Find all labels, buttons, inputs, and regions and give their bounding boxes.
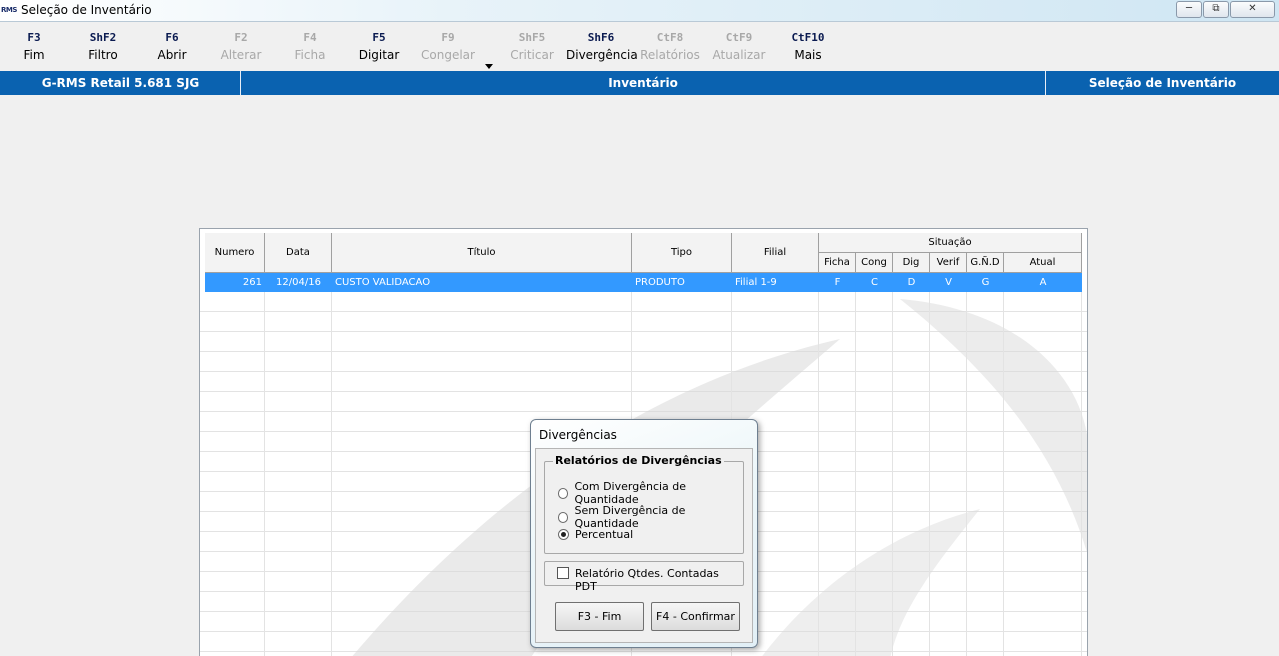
radio-icon[interactable] [558, 511, 569, 523]
radio-sem-divergencia[interactable]: Sem Divergência de Quantidade [558, 504, 743, 530]
toolbar-key: CtF8 [656, 31, 684, 44]
radio-percentual[interactable]: Percentual [558, 528, 633, 541]
toolbar-label: Fim [23, 48, 45, 62]
close-button[interactable]: ✕ [1230, 1, 1275, 18]
function-key-toolbar: F3 Fim ShF2 Filtro F6 Abrir F2 Alterar F… [0, 22, 1279, 70]
toolbar-filtro-button[interactable]: ShF2 Filtro [68, 31, 138, 62]
column-header-atual[interactable]: Atual [1004, 253, 1082, 273]
divergencias-dialog: Divergências Relatórios de Divergências … [530, 419, 758, 648]
toolbar-label: Divergência [566, 48, 638, 62]
toolbar-alterar-button[interactable]: F2 Alterar [206, 31, 276, 62]
column-header-verif[interactable]: Verif [930, 253, 967, 273]
column-header-cong[interactable]: Cong [856, 253, 893, 273]
cancel-button[interactable]: F3 - Fim [555, 602, 644, 631]
toolbar-key: CtF9 [725, 31, 753, 44]
minimize-icon: ─ [1185, 3, 1193, 14]
screen-title: Seleção de Inventário [1088, 76, 1237, 90]
toolbar-key: ShF6 [587, 31, 615, 44]
column-header-titulo[interactable]: Título [332, 233, 632, 273]
close-icon: ✕ [1248, 3, 1257, 14]
toolbar-key: ShF2 [89, 31, 117, 44]
cell-gnd: G [981, 277, 990, 288]
toolbar-digitar-button[interactable]: F5 Digitar [344, 31, 414, 62]
radio-com-divergencia[interactable]: Com Divergência de Quantidade [558, 480, 743, 506]
toolbar-atualizar-button[interactable]: CtF9 Atualizar [704, 31, 774, 62]
restore-icon: ⧉ [1212, 3, 1220, 14]
toolbar-key: F9 [441, 31, 455, 44]
cell-verif: V [945, 277, 952, 288]
toolbar-relatorios-button[interactable]: CtF8 Relatórios [635, 31, 705, 62]
cell-cong: C [871, 277, 878, 288]
radio-selected-icon[interactable] [558, 529, 569, 540]
cell-numero: 261 [242, 277, 262, 288]
toolbar-key: ShF5 [518, 31, 546, 44]
group-title: Relatórios de Divergências [553, 454, 724, 467]
report-type-group: Relatórios de Divergências Com Divergênc… [544, 454, 744, 554]
app-version-label: G-RMS Retail 5.681 SJG [41, 76, 200, 90]
column-header-filial[interactable]: Filial [732, 233, 819, 273]
column-header-data[interactable]: Data [265, 233, 332, 273]
toolbar-abrir-button[interactable]: F6 Abrir [137, 31, 207, 62]
toolbar-divergencia-button[interactable]: ShF6 Divergência [566, 31, 638, 62]
dialog-title: Divergências [539, 428, 617, 442]
toolbar-fim-button[interactable]: F3 Fim [0, 31, 69, 62]
checkbox-label: Relatório Qtdes. Contadas PDT [575, 567, 719, 593]
module-title: Inventário [608, 76, 678, 90]
cell-ficha: F [834, 277, 841, 288]
toolbar-key: F4 [303, 31, 317, 44]
toolbar-key: F6 [165, 31, 179, 44]
minimize-button[interactable]: ─ [1176, 1, 1202, 18]
toolbar-label: Atualizar [712, 48, 766, 62]
cell-filial: Filial 1-9 [735, 277, 777, 288]
restore-button[interactable]: ⧉ [1203, 1, 1229, 18]
toolbar-label: Filtro [88, 48, 118, 62]
chevron-down-icon[interactable] [485, 64, 493, 69]
column-header-dig[interactable]: Dig [893, 253, 930, 273]
cell-titulo: CUSTO VALIDACAO [335, 277, 431, 288]
toolbar-congelar-button[interactable]: F9 Congelar [413, 31, 483, 62]
toolbar-key: F5 [372, 31, 386, 44]
column-header-gnd[interactable]: G.Ñ.D [967, 253, 1004, 273]
checkbox-pdt[interactable] [557, 567, 569, 579]
title-bar: RMS Seleção de Inventário ─ ⧉ ✕ [0, 0, 1279, 22]
cell-data: 12/04/16 [276, 277, 321, 288]
toolbar-label: Digitar [358, 48, 400, 62]
confirm-button[interactable]: F4 - Confirmar [651, 602, 740, 631]
toolbar-criticar-button[interactable]: ShF5 Criticar [497, 31, 567, 62]
toolbar-key: CtF10 [791, 31, 825, 44]
pdt-checkbox-group: Relatório Qtdes. Contadas PDT [544, 561, 744, 593]
radio-label: Sem Divergência de Quantidade [574, 504, 686, 530]
column-header-ficha[interactable]: Ficha [819, 253, 856, 273]
cell-atual: A [1039, 277, 1047, 288]
radio-label: Com Divergência de Quantidade [574, 480, 687, 506]
radio-icon[interactable] [558, 487, 569, 499]
toolbar-mais-button[interactable]: CtF10 Mais [773, 31, 843, 62]
cell-dig: D [907, 277, 916, 288]
toolbar-key: F3 [27, 31, 41, 44]
toolbar-label: Congelar [421, 48, 475, 62]
app-logo-icon: RMS [1, 6, 17, 14]
toolbar-label: Ficha [294, 48, 326, 62]
toolbar-label: Alterar [220, 48, 262, 62]
column-header-tipo[interactable]: Tipo [632, 233, 732, 273]
column-group-header-situacao: Situação [819, 233, 1082, 253]
toolbar-label: Relatórios [640, 48, 700, 62]
toolbar-label: Abrir [157, 48, 187, 62]
radio-label: Percentual [575, 528, 634, 541]
window-title: Seleção de Inventário [21, 3, 152, 17]
dialog-body: Relatórios de Divergências Com Divergênc… [535, 448, 753, 643]
column-header-numero[interactable]: Numero [205, 233, 265, 273]
toolbar-key: F2 [234, 31, 248, 44]
toolbar-label: Mais [794, 48, 822, 62]
toolbar-label: Criticar [510, 48, 554, 62]
toolbar-ficha-button[interactable]: F4 Ficha [275, 31, 345, 62]
context-header-bar: G-RMS Retail 5.681 SJG Inventário Seleçã… [0, 71, 1279, 95]
cell-tipo: PRODUTO [635, 277, 685, 288]
